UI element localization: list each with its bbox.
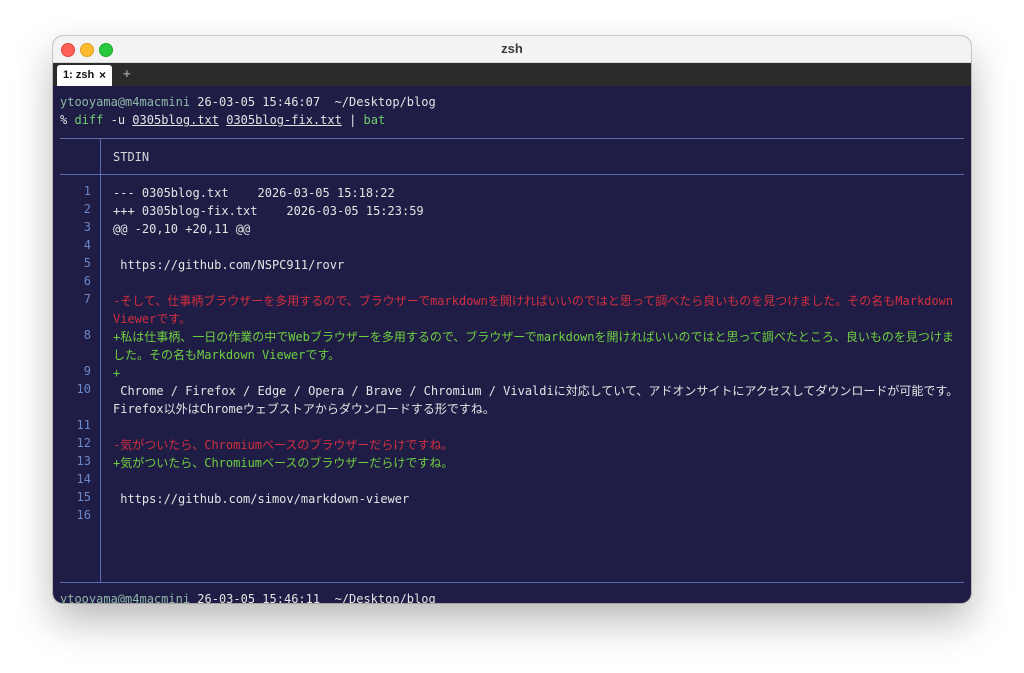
line-number: 15	[76, 490, 91, 504]
diff-header-line: @@ -20,10 +20,11 @@	[113, 222, 251, 236]
prompt-path: ~/Desktop/blog	[334, 592, 436, 603]
command-file2: 0305blog-fix.txt	[226, 113, 342, 127]
tab-bar: 1: zsh × +	[53, 63, 971, 86]
prompt-char: %	[60, 113, 68, 127]
command-line: % diff -u 0305blog.txt 0305blog-fix.txt …	[60, 113, 385, 127]
diff-header-line: +++ 0305blog-fix.txt 2026-03-05 15:23:59	[113, 204, 424, 218]
line-number: 4	[83, 238, 91, 252]
diff-added-line: +	[113, 366, 121, 380]
line-number: 12	[76, 436, 91, 450]
diff-context-line: Chrome / Firefox / Edge / Opera / Brave …	[113, 384, 959, 416]
prompt-user-host: ytooyama@m4macmini	[60, 95, 191, 109]
diff-deleted-line: -そして、仕事柄ブラウザーを多用するので、ブラウザーでmarkdownを開ければ…	[113, 294, 961, 326]
tab-zsh[interactable]: 1: zsh ×	[57, 65, 112, 86]
line-number: 7	[83, 292, 91, 306]
line-number: 2	[83, 202, 91, 216]
bat-gutter-rule	[100, 138, 101, 583]
command-name: diff	[74, 113, 104, 127]
prompt-user-host: ytooyama@m4macmini	[60, 592, 191, 603]
line-number: 3	[83, 220, 91, 234]
terminal-content[interactable]: ytooyama@m4macmini 26-03-05 15:46:07 ~/D…	[53, 87, 971, 603]
tab-close-icon[interactable]: ×	[99, 68, 106, 82]
diff-added-line: +気がついたら、Chromiumベースのブラウザーだらけですね。	[113, 456, 454, 470]
bat-header: STDIN	[113, 150, 150, 164]
title-bar: zsh	[53, 36, 971, 63]
tab-label: 1: zsh	[63, 69, 95, 81]
line-number: 5	[83, 256, 91, 270]
line-number: 11	[76, 418, 91, 432]
prompt-line: ytooyama@m4macmini 26-03-05 15:46:07 ~/D…	[60, 95, 436, 109]
command-flag: -u	[110, 113, 126, 127]
line-number: 16	[76, 508, 91, 522]
line-number: 9	[83, 364, 91, 378]
diff-context-line: https://github.com/simov/markdown-viewer	[113, 492, 410, 506]
prompt-timestamp: 26-03-05 15:46:07	[197, 95, 321, 109]
prompt-line: ytooyama@m4macmini 26-03-05 15:46:11 ~/D…	[60, 592, 436, 603]
new-tab-icon[interactable]: +	[123, 66, 131, 81]
diff-context-line: https://github.com/NSPC911/rovr	[113, 258, 345, 272]
bat-header-rule	[60, 174, 964, 175]
bat-top-rule	[60, 138, 964, 139]
diff-added-line: +私は仕事柄、一日の作業の中でWebブラウザーを多用するので、ブラウザーでmar…	[113, 330, 954, 362]
terminal-window: zsh 1: zsh × + ytooyama@m4macmini 26-03-…	[53, 36, 971, 603]
line-number: 6	[83, 274, 91, 288]
line-number: 1	[83, 184, 91, 198]
command-pipe-target: bat	[363, 113, 386, 127]
prompt-timestamp: 26-03-05 15:46:11	[197, 592, 321, 603]
line-number: 14	[76, 472, 91, 486]
diff-deleted-line: -気がついたら、Chromiumベースのブラウザーだらけですね。	[113, 438, 454, 452]
bat-bottom-rule	[60, 582, 964, 583]
prompt-path: ~/Desktop/blog	[334, 95, 436, 109]
line-number: 10	[76, 382, 91, 396]
command-pipe: |	[349, 113, 357, 127]
line-number: 13	[76, 454, 91, 468]
command-file1: 0305blog.txt	[132, 113, 219, 127]
diff-header-line: --- 0305blog.txt 2026-03-05 15:18:22	[113, 186, 395, 200]
window-title: zsh	[501, 41, 523, 56]
line-number: 8	[83, 328, 91, 342]
